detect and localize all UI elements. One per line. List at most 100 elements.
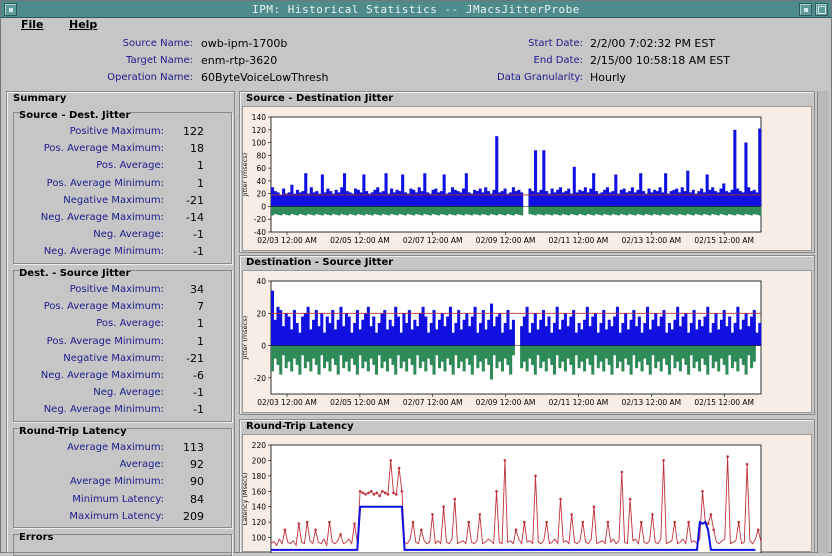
positive-jitter-bar xyxy=(443,326,447,346)
sd-jitter-stat-row: Neg. Average Maximum: -14 xyxy=(14,211,233,228)
x-tick-label: 02/07 12:00 AM xyxy=(403,236,463,245)
positive-jitter-bar xyxy=(741,319,745,346)
positive-jitter-bar xyxy=(725,326,729,346)
latency-point xyxy=(628,497,632,501)
negative-jitter-bar xyxy=(544,345,548,372)
latency-point xyxy=(383,491,387,495)
ds-jitter-stat-label: Neg. Average: xyxy=(93,387,164,399)
positive-jitter-bar xyxy=(279,194,283,207)
negative-jitter-bar xyxy=(749,206,753,216)
negative-jitter-bar xyxy=(271,345,275,372)
negative-jitter-bar xyxy=(615,345,619,369)
negative-jitter-bar xyxy=(481,345,485,372)
negative-jitter-bar xyxy=(331,345,335,359)
latency-point xyxy=(737,520,741,524)
positive-jitter-bar xyxy=(473,306,477,346)
positive-jitter-bar xyxy=(624,313,628,346)
positive-jitter-bar xyxy=(292,310,296,346)
negative-jitter-bar xyxy=(689,206,693,215)
vertical-scrollbar[interactable] xyxy=(817,91,829,553)
latency-point xyxy=(392,491,395,495)
menu-help[interactable]: Help xyxy=(69,18,97,31)
operation-name-value: 60ByteVoiceLowThresh xyxy=(201,71,329,84)
negative-jitter-bar xyxy=(741,345,745,365)
positive-jitter-bar xyxy=(632,310,636,346)
rtt-title: Round-Trip Latency xyxy=(19,426,127,437)
sd-jitter-stat-label: Positive Maximum: xyxy=(69,126,164,137)
positive-jitter-bar xyxy=(503,322,507,346)
negative-jitter-bar xyxy=(372,345,376,365)
title-bar[interactable]: IPM: Historical Statistics -- JMacsJitte… xyxy=(1,1,831,18)
window-title: IPM: Historical Statistics -- JMacsJitte… xyxy=(252,3,580,16)
negative-jitter-bar xyxy=(306,345,310,362)
minimize-button[interactable] xyxy=(799,3,812,16)
x-tick-label: 02/11 12:00 AM xyxy=(549,236,609,245)
sd-jitter-chart-panel: Source - Destination Jitter -40 -20 0 20 40 6… xyxy=(239,91,815,253)
negative-jitter-bar xyxy=(365,206,369,215)
positive-jitter-bar xyxy=(381,191,385,207)
positive-jitter-bar xyxy=(577,322,581,346)
sd-jitter-stat-value: 1 xyxy=(197,176,204,190)
negative-jitter-bar xyxy=(684,345,688,365)
rtt-stat-row: Average: 92 xyxy=(14,458,233,475)
positive-jitter-bar xyxy=(758,322,762,346)
negative-jitter-bar xyxy=(694,206,698,215)
positive-jitter-bar xyxy=(698,319,702,346)
rtt-chart-title: Round-Trip Latency xyxy=(246,421,354,432)
positive-jitter-bar xyxy=(594,191,598,207)
positive-jitter-bar xyxy=(517,189,521,207)
ds-jitter-stat-label: Pos. Average Minimum: xyxy=(46,335,164,347)
positive-jitter-bar xyxy=(670,329,674,346)
positive-jitter-bar xyxy=(273,319,277,346)
positive-jitter-bar xyxy=(713,191,718,207)
negative-jitter-bar xyxy=(350,345,354,359)
negative-jitter-bar xyxy=(484,206,488,215)
negative-jitter-bar xyxy=(583,206,587,216)
negative-jitter-bar xyxy=(417,206,421,215)
latency-point xyxy=(592,505,596,509)
positive-jitter-bar xyxy=(643,322,647,346)
y-tick-label: -20 xyxy=(254,374,266,383)
positive-jitter-bar xyxy=(470,316,474,346)
latency-point xyxy=(467,520,470,524)
menu-file[interactable]: File xyxy=(21,18,44,31)
positive-jitter-bar xyxy=(350,332,354,346)
negative-jitter-bar xyxy=(467,206,471,215)
negative-jitter-bar xyxy=(581,206,585,215)
negative-jitter-bar xyxy=(298,206,302,215)
negative-jitter-bar xyxy=(711,345,715,369)
positive-jitter-bar xyxy=(375,332,379,346)
positive-jitter-bar xyxy=(528,188,532,207)
y-tick-label: 20 xyxy=(256,190,266,199)
negative-jitter-bar xyxy=(506,345,510,365)
negative-jitter-bar xyxy=(399,345,403,369)
negative-jitter-bar xyxy=(420,206,424,216)
negative-jitter-bar xyxy=(367,206,371,215)
positive-jitter-bar xyxy=(342,173,347,207)
positive-jitter-bar xyxy=(711,187,715,207)
positive-jitter-bar xyxy=(739,329,743,346)
negative-jitter-bar xyxy=(722,206,726,215)
negative-jitter-bar xyxy=(511,345,515,356)
start-date-value: 2/2/00 7:02:32 PM EST xyxy=(590,37,716,50)
negative-jitter-bar xyxy=(670,345,674,356)
positive-jitter-bar xyxy=(462,319,466,346)
maximize-button[interactable] xyxy=(815,3,828,16)
negative-jitter-bar xyxy=(273,345,277,359)
negative-jitter-bar xyxy=(287,206,291,216)
ds-jitter-stat-row: Positive Maximum: 34 xyxy=(14,283,233,300)
negative-jitter-bar xyxy=(600,206,604,216)
negative-jitter-bar xyxy=(290,206,294,215)
positive-jitter-bar xyxy=(615,306,619,346)
sd-jitter-stat-value: 18 xyxy=(190,142,204,156)
negative-jitter-bar xyxy=(473,345,477,356)
positive-jitter-bar xyxy=(478,188,482,207)
negative-jitter-bar xyxy=(394,345,398,375)
negative-jitter-bar xyxy=(569,206,574,215)
positive-jitter-bar xyxy=(744,142,748,207)
latency-point xyxy=(367,491,370,495)
negative-jitter-bar xyxy=(613,345,617,356)
positive-jitter-bar xyxy=(730,189,734,207)
negative-jitter-bar xyxy=(377,345,381,356)
positive-jitter-bar xyxy=(592,173,596,207)
